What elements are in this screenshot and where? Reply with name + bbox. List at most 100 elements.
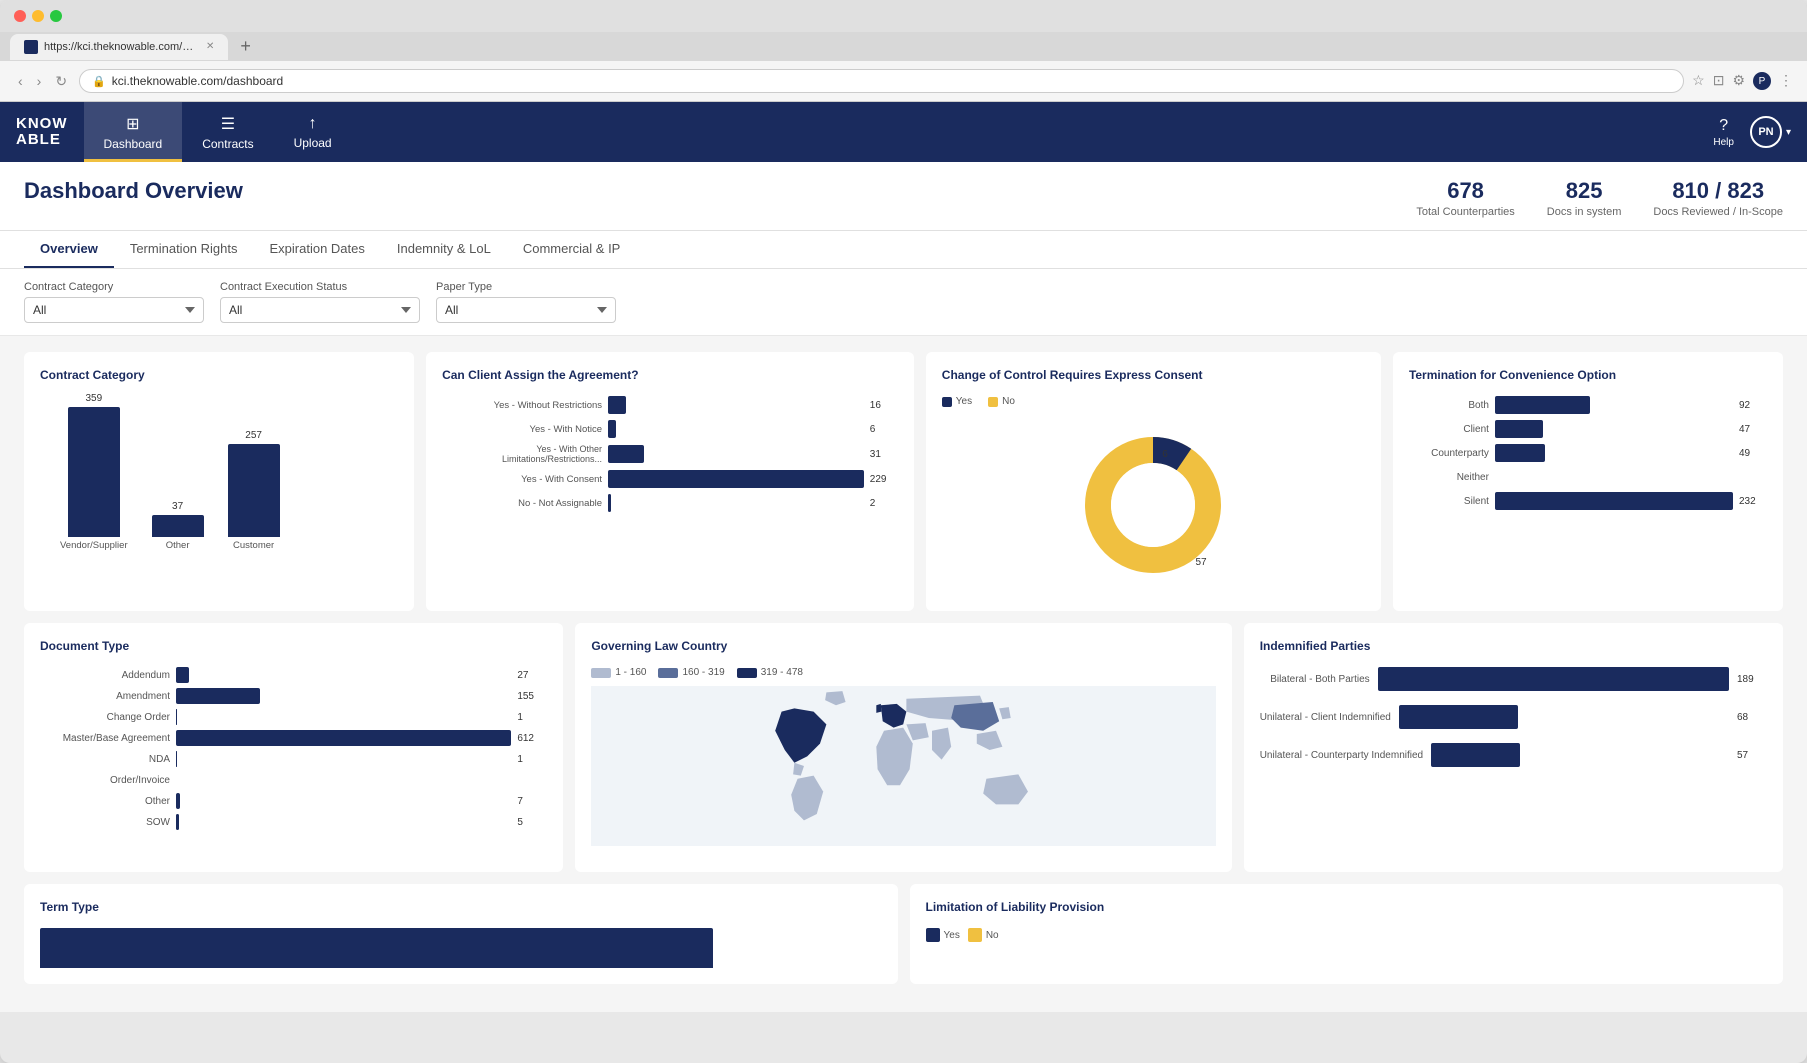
- user-avatar[interactable]: PN: [1750, 116, 1782, 148]
- tab-termination[interactable]: Termination Rights: [114, 231, 254, 268]
- dt-row-amendment: Amendment 155: [40, 688, 547, 704]
- ca-bar-track-3: [608, 470, 864, 488]
- term-type-bar: [40, 928, 713, 968]
- help-button[interactable]: ? Help: [1713, 117, 1734, 148]
- screenshot-icon[interactable]: ⊡: [1713, 72, 1725, 90]
- tfc-val-counterparty: 49: [1739, 448, 1767, 459]
- dt-row-master: Master/Base Agreement 612: [40, 730, 547, 746]
- tab-bar: https://kci.theknowable.com/d... ✕ +: [0, 32, 1807, 61]
- new-tab-button[interactable]: +: [232, 32, 259, 61]
- filter-status-label: Contract Execution Status: [220, 281, 420, 293]
- ca-bar-track-2: [608, 445, 864, 463]
- donut-no-label: 57: [1196, 557, 1208, 568]
- ca-val-2: 31: [870, 449, 898, 460]
- extension-icon[interactable]: ⚙: [1732, 72, 1745, 90]
- tab-overview[interactable]: Overview: [24, 231, 114, 268]
- north-america: [776, 708, 827, 762]
- bar-customer: 257 Customer: [228, 430, 280, 551]
- dt-val-change-order: 1: [517, 712, 547, 723]
- back-button[interactable]: ‹: [14, 71, 27, 92]
- ca-val-0: 16: [870, 400, 898, 411]
- legend-yes-dot: [942, 397, 952, 407]
- term-type-card: Term Type: [24, 884, 898, 984]
- nav-item-contracts[interactable]: ☰ Contracts: [182, 102, 273, 162]
- bar-vendor-fill: [68, 407, 120, 537]
- tab-indemnity[interactable]: Indemnity & LoL: [381, 231, 507, 268]
- bar-customer-fill: [228, 444, 280, 537]
- address-bar: ‹ › ↻ 🔒 kci.theknowable.com/dashboard ☆ …: [0, 61, 1807, 102]
- ca-row-1: Yes - With Notice 6: [442, 420, 898, 438]
- tfc-bar-track-counterparty: [1495, 444, 1733, 462]
- avatar-wrapper[interactable]: PN ▾: [1750, 116, 1791, 148]
- ind-val-unilateral-client: 68: [1737, 712, 1767, 723]
- filter-category-label: Contract Category: [24, 281, 204, 293]
- minimize-button[interactable]: [32, 10, 44, 22]
- nav-item-upload[interactable]: ↑ Upload: [274, 102, 352, 162]
- charts-row-3: Term Type Limitation of Liability Provis…: [24, 884, 1783, 984]
- dt-label-addendum: Addendum: [40, 670, 170, 681]
- dt-label-amendment: Amendment: [40, 691, 170, 702]
- contract-category-chart: 359 Vendor/Supplier 37 Other 257: [40, 396, 398, 551]
- filter-category-select[interactable]: All: [24, 297, 204, 323]
- avatar-chevron-icon: ▾: [1786, 127, 1791, 138]
- close-button[interactable]: [14, 10, 26, 22]
- stat-docs-system-label: Docs in system: [1547, 206, 1622, 218]
- ca-label-4: No - Not Assignable: [442, 498, 602, 509]
- reload-button[interactable]: ↻: [51, 71, 71, 92]
- ind-row-unilateral-counterparty: Unilateral - Counterparty Indemnified 57: [1260, 743, 1767, 767]
- ca-label-0: Yes - Without Restrictions: [442, 400, 602, 411]
- can-assign-chart: Yes - Without Restrictions 16 Yes - With…: [442, 396, 898, 512]
- dashboard-icon: ⊞: [126, 114, 139, 134]
- stat-docs-reviewed-label: Docs Reviewed / In-Scope: [1653, 206, 1783, 218]
- forward-button[interactable]: ›: [33, 71, 46, 92]
- lol-legend-no-color: [968, 928, 982, 942]
- bar-customer-value: 257: [245, 430, 262, 441]
- tfc-row-both: Both 92: [1409, 396, 1767, 414]
- bookmark-icon[interactable]: ☆: [1692, 72, 1705, 90]
- maximize-button[interactable]: [50, 10, 62, 22]
- bar-other-value: 37: [172, 501, 183, 512]
- page-header: Dashboard Overview 678 Total Counterpart…: [0, 162, 1807, 231]
- gl-legend-low-color: [591, 668, 611, 678]
- ca-val-3: 229: [870, 474, 898, 485]
- filter-execution-status: Contract Execution Status All: [220, 281, 420, 323]
- tab-commercial[interactable]: Commercial & IP: [507, 231, 637, 268]
- lol-legend-yes-text: Yes: [944, 930, 960, 941]
- filter-status-select[interactable]: All: [220, 297, 420, 323]
- menu-icon[interactable]: ⋮: [1779, 72, 1793, 90]
- central-america: [793, 763, 804, 776]
- tfc-val-both: 92: [1739, 400, 1767, 411]
- world-map-container: [591, 686, 1215, 856]
- tfc-label-counterparty: Counterparty: [1409, 448, 1489, 459]
- tfc-row-silent: Silent 232: [1409, 492, 1767, 510]
- url-box[interactable]: 🔒 kci.theknowable.com/dashboard: [79, 69, 1684, 93]
- legend-yes-label: Yes: [956, 396, 972, 407]
- main-content: Contract Category 359 Vendor/Supplier 37…: [0, 336, 1807, 1012]
- ca-row-4: No - Not Assignable 2: [442, 494, 898, 512]
- governing-law-legend: 1 - 160 160 - 319 319 - 478: [591, 667, 1215, 678]
- tab-expiration[interactable]: Expiration Dates: [253, 231, 380, 268]
- bar-other-label: Other: [166, 540, 190, 551]
- dt-row-other: Other 7: [40, 793, 547, 809]
- filter-paper-select[interactable]: All: [436, 297, 616, 323]
- nav-item-dashboard[interactable]: ⊞ Dashboard: [84, 102, 183, 162]
- filter-paper-label: Paper Type: [436, 281, 616, 293]
- ind-val-unilateral-counterparty: 57: [1737, 750, 1767, 761]
- doc-type-chart: Addendum 27 Amendment 155: [40, 667, 547, 830]
- gl-legend-low-label: 1 - 160: [615, 667, 646, 678]
- nav-items: ⊞ Dashboard ☰ Contracts ↑ Upload: [84, 102, 352, 162]
- ca-row-3: Yes - With Consent 229: [442, 470, 898, 488]
- charts-row-2: Document Type Addendum 27 Amendment: [24, 623, 1783, 872]
- dt-row-nda: NDA 1: [40, 751, 547, 767]
- tab-close-icon[interactable]: ✕: [206, 41, 214, 52]
- browser-tab[interactable]: https://kci.theknowable.com/d... ✕: [10, 34, 228, 60]
- upload-label: Upload: [294, 136, 332, 150]
- ind-label-unilateral-client: Unilateral - Client Indemnified: [1260, 712, 1391, 723]
- ca-bar-fill-2: [608, 445, 644, 463]
- profile-icon[interactable]: P: [1753, 72, 1771, 90]
- bar-vendor-value: 359: [85, 393, 102, 404]
- se-asia: [977, 731, 1003, 750]
- dt-label-sow: SOW: [40, 817, 170, 828]
- ca-bar-fill-0: [608, 396, 626, 414]
- dt-bar-track-change-order: [176, 709, 511, 725]
